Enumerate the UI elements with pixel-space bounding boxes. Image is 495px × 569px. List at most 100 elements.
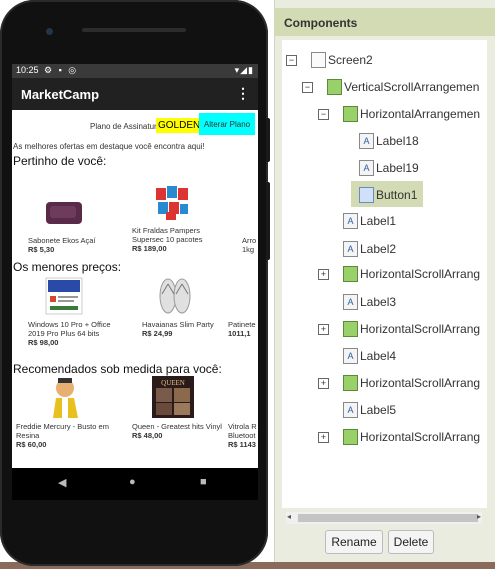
delete-button[interactable]: Delete (388, 530, 434, 554)
product-name: Patinete (228, 320, 256, 329)
product-price: R$ 48,00 (132, 431, 163, 440)
tree-horizontal-scrollbar[interactable]: ◂ ▸ (286, 512, 482, 524)
collapse-toggle-icon[interactable]: − (318, 109, 329, 120)
svg-text:QUEEN: QUEEN (161, 379, 185, 387)
tree-item-label[interactable]: Label1 (360, 214, 396, 228)
section-title-nearby: Pertinho de você: (13, 154, 107, 168)
expand-toggle-icon[interactable]: + (318, 269, 329, 280)
freddie-bust-image[interactable] (48, 376, 82, 420)
android-nav-bar: ◀ ● ■ (12, 468, 258, 500)
label-component-icon: A (343, 348, 358, 364)
sandals-image[interactable] (157, 276, 193, 316)
recents-icon[interactable]: ■ (200, 476, 207, 488)
product-card[interactable]: Freddie Mercury - Busto em Resina R$ 60,… (16, 422, 126, 449)
tree-item-label[interactable]: VerticalScrollArrangemen (344, 80, 479, 94)
tree-item-label[interactable]: Label2 (360, 242, 396, 256)
product-name: Freddie Mercury - Busto em Resina (16, 422, 109, 440)
arrangement-component-icon (343, 375, 358, 391)
arrangement-component-icon (343, 429, 358, 445)
product-price: 1011,1 (228, 329, 251, 338)
tree-item-label[interactable]: Label19 (376, 161, 419, 175)
change-plan-button[interactable]: Alterar Plano (199, 113, 255, 135)
scroll-left-icon[interactable]: ◂ (287, 512, 291, 521)
product-price: 1kg (242, 245, 255, 254)
product-card[interactable]: Vitrola R Bluetoot R$ 1143 (228, 422, 258, 449)
tree-item-label[interactable]: HorizontalScrollArrang (360, 376, 480, 390)
arrangement-component-icon (343, 321, 358, 337)
windows-office-image[interactable] (44, 276, 84, 316)
arrangement-component-icon (343, 266, 358, 282)
product-name: Windows 10 Pro + Office 2019 Pro Plus 64… (28, 320, 111, 338)
product-price: R$ 60,00 (16, 440, 47, 449)
tree-item-label[interactable]: HorizontalArrangemen (360, 107, 480, 121)
expand-toggle-icon[interactable]: + (318, 324, 329, 335)
product-card[interactable]: Kit Fraldas Pampers Supersec 10 pacotes … (132, 226, 222, 253)
product-name: Sabonete Ekos Açaí (28, 236, 96, 245)
scrollbar-thumb[interactable] (298, 514, 478, 522)
collapse-toggle-icon[interactable]: − (286, 55, 297, 66)
tree-item-label[interactable]: Label18 (376, 134, 419, 148)
status-time: 10:25 (16, 65, 39, 75)
status-signal-battery-icons: ▾◢▮ (234, 65, 254, 75)
app-title: MarketCamp (21, 87, 100, 102)
plan-value: GOLDEN (156, 118, 203, 133)
label-component-icon: A (343, 213, 358, 229)
power-button (266, 118, 270, 162)
product-card[interactable]: Sabonete Ekos Açaí R$ 5,30 (28, 236, 128, 254)
arrangement-component-icon (343, 106, 358, 122)
offers-text: As melhores ofertas em destaque você enc… (13, 142, 205, 151)
components-panel-header: Components (274, 8, 495, 36)
earpiece-speaker (82, 28, 186, 32)
soap-image[interactable] (44, 198, 84, 226)
scroll-right-icon[interactable]: ▸ (477, 512, 481, 521)
product-price: R$ 189,00 (132, 244, 167, 253)
screen-content: Plano de Assinatura Atual: GOLDEN Altera… (12, 110, 258, 468)
front-camera (46, 28, 53, 35)
product-name: Vitrola R Bluetoot (228, 422, 257, 440)
section-title-lowest-prices: Os menores preços: (13, 260, 122, 274)
tree-item-label[interactable]: Label5 (360, 403, 396, 417)
product-card[interactable]: Patinete 1011,1 (228, 320, 258, 338)
overflow-menu-icon[interactable]: ⋮ (236, 85, 250, 102)
button-component-icon (359, 187, 374, 203)
tree-item-label[interactable]: Button1 (376, 188, 417, 202)
components-panel-title: Components (284, 16, 358, 30)
volume-button (266, 182, 270, 260)
expand-toggle-icon[interactable]: + (318, 378, 329, 389)
app-bar: MarketCamp ⋮ (12, 78, 258, 110)
section-title-recommended: Recomendados sob medida para você: (13, 362, 222, 376)
label-component-icon: A (359, 160, 374, 176)
product-name: Kit Fraldas Pampers Supersec 10 pacotes (132, 226, 203, 244)
tree-item-label[interactable]: HorizontalScrollArrang (360, 430, 480, 444)
back-icon[interactable]: ◀ (58, 476, 66, 489)
rename-button[interactable]: Rename (325, 530, 383, 554)
phone-screen: 10:25 ⚙ ▪ ◎ ▾◢▮ MarketCamp ⋮ Plano de As… (12, 64, 258, 500)
tree-item-label[interactable]: Label3 (360, 295, 396, 309)
product-card[interactable]: Arro 1kg (242, 236, 258, 254)
product-price: R$ 1143 (228, 440, 256, 449)
product-name: Arro (242, 236, 257, 245)
diapers-image[interactable] (152, 182, 192, 222)
product-name: Havaianas Slim Party (142, 320, 214, 329)
product-price: R$ 24,99 (142, 329, 173, 338)
arrangement-component-icon (327, 79, 342, 95)
screen-component-icon (311, 52, 326, 68)
product-price: R$ 5,30 (28, 245, 55, 254)
label-component-icon: A (343, 294, 358, 310)
expand-toggle-icon[interactable]: + (318, 432, 329, 443)
queen-vinyl-image[interactable]: QUEEN (152, 376, 194, 418)
product-card[interactable]: Windows 10 Pro + Office 2019 Pro Plus 64… (28, 320, 128, 347)
home-icon[interactable]: ● (129, 476, 136, 488)
tree-item-label[interactable]: HorizontalScrollArrang (360, 322, 480, 336)
label-component-icon: A (359, 133, 374, 149)
status-notification-icons: ⚙ ▪ ◎ (44, 65, 79, 75)
tree-item-label[interactable]: HorizontalScrollArrang (360, 267, 480, 281)
label-component-icon: A (343, 241, 358, 257)
product-card[interactable]: Havaianas Slim Party R$ 24,99 (142, 320, 222, 338)
tree-item-label[interactable]: Label4 (360, 349, 396, 363)
product-name: Queen - Greatest hits Vinyl (132, 422, 222, 431)
tree-item-label[interactable]: Screen2 (328, 53, 373, 67)
product-price: R$ 98,00 (28, 338, 59, 347)
collapse-toggle-icon[interactable]: − (302, 82, 313, 93)
product-card[interactable]: Queen - Greatest hits Vinyl R$ 48,00 (132, 422, 222, 440)
